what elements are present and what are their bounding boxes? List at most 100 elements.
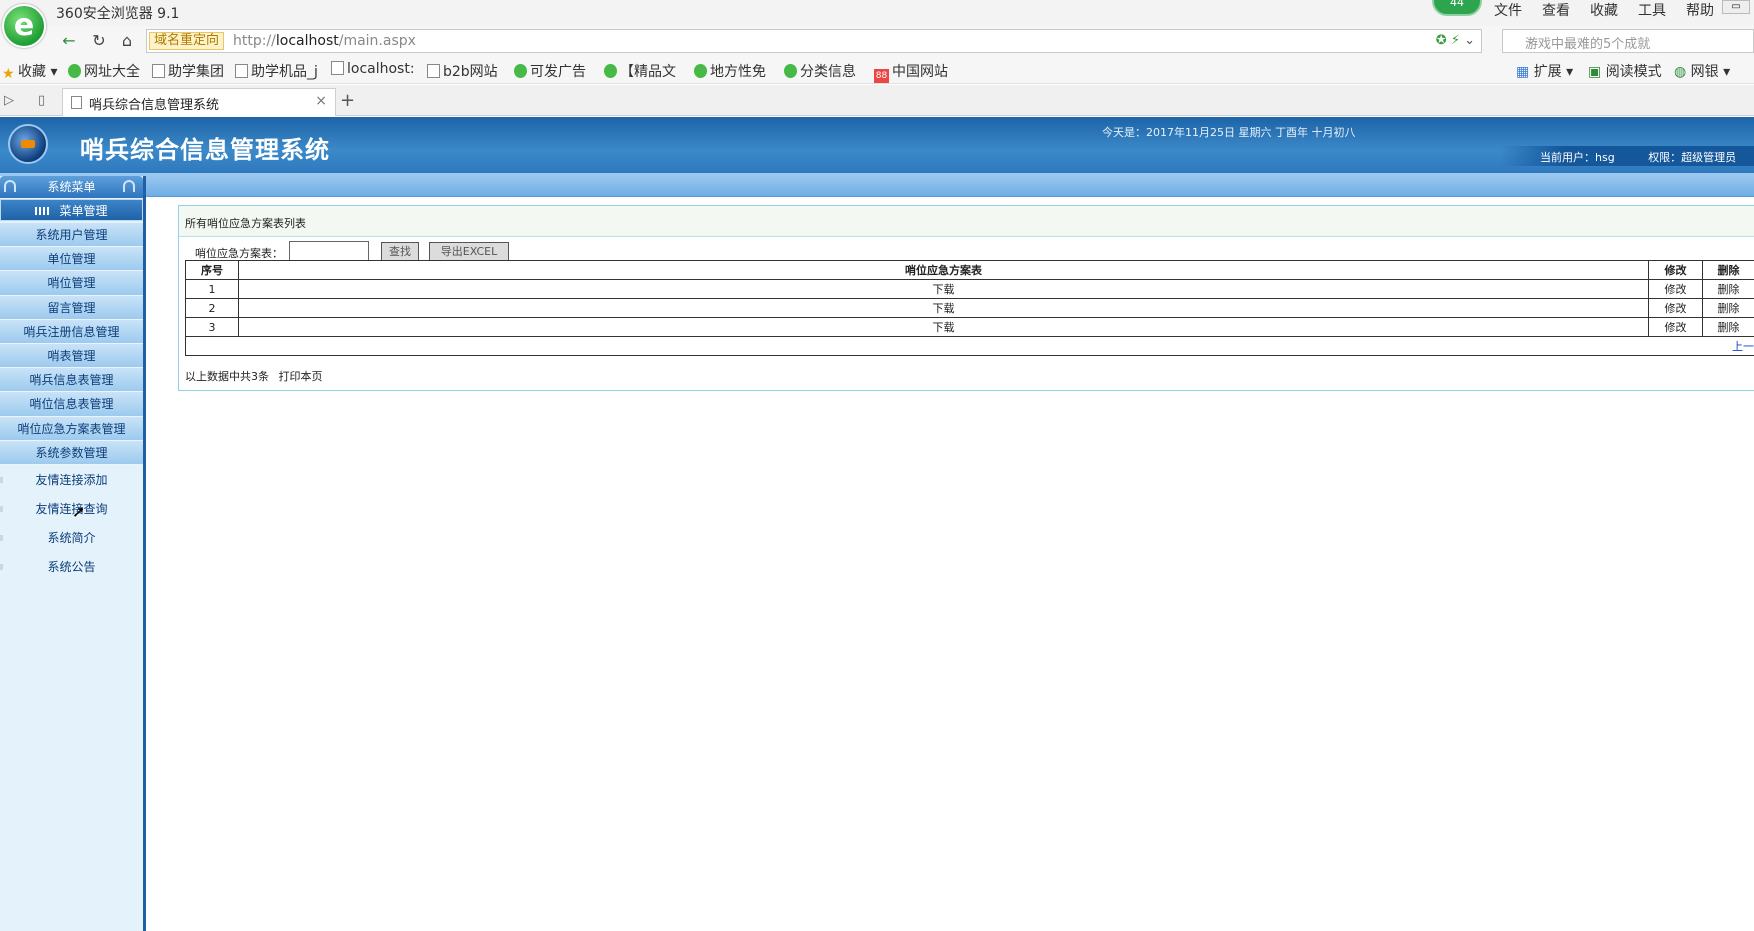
menu-view[interactable]: 查看 — [1542, 0, 1570, 20]
bookmark-item[interactable]: localhost: — [331, 61, 415, 77]
sidebar-links: 友情连接添加 友情连接查询 系统简介 系统公告 — [0, 466, 143, 582]
tab-label: 哨兵综合信息管理系统 — [89, 98, 220, 113]
grid-icon: ▦ — [1516, 64, 1530, 80]
pager-prev-link[interactable]: 上一 — [185, 336, 1754, 356]
search-button[interactable]: 查找 — [381, 242, 419, 261]
bookmark-item[interactable]: 地方性免 — [694, 61, 766, 81]
edit-link[interactable]: 修改 — [1648, 317, 1703, 337]
user-info: 当前用户：hsg 权限：超级管理员 — [1540, 149, 1754, 165]
sidebar-link-system-notice[interactable]: 系统公告 — [0, 553, 143, 582]
sidebar-header: 系统菜单 — [0, 176, 143, 198]
app-title: 哨兵综合信息管理系统 — [80, 135, 330, 164]
content-panel: 所有哨位应急方案表列表 哨位应急方案表： 查找 导出EXCEL 序号 哨位应急方… — [178, 205, 1754, 391]
column-header: 删除 — [1702, 260, 1754, 280]
download-link[interactable]: 下载 — [238, 317, 1649, 337]
new-tab-button[interactable]: + — [340, 90, 355, 111]
back-arrow-icon[interactable]: ← — [58, 30, 80, 52]
cap-right-icon — [123, 180, 135, 192]
column-header: 修改 — [1648, 260, 1703, 280]
menu-favorites[interactable]: 收藏 — [1590, 0, 1618, 20]
sidebar-item-units[interactable]: 单位管理 — [0, 247, 143, 272]
menu-help[interactable]: 帮助 — [1686, 0, 1714, 20]
search-box[interactable]: ⌄ 游戏中最难的5个成就 — [1502, 29, 1754, 53]
address-bar[interactable]: 域名重定向 http://localhost/main.aspx ✪ ⚡ ⌄ — [146, 29, 1482, 53]
page-icon — [331, 61, 344, 75]
browser-logo-icon: e — [2, 4, 46, 48]
download-link[interactable]: 下载 — [238, 279, 1649, 299]
current-user: 当前用户：hsg — [1540, 151, 1615, 164]
sidebar-item-sentry-registration[interactable]: 哨兵注册信息管理 — [0, 319, 143, 344]
bookmark-label: 收藏 — [18, 64, 46, 80]
table-row: 1 下载 修改 删除 — [185, 279, 1754, 299]
star-icon: ★ — [2, 66, 15, 82]
bookmark-label: 【精品文 — [620, 64, 676, 80]
date-display: 今天是：2017年11月25日 星期六 丁酉年 十月初八 — [1102, 126, 1356, 139]
sidebar-item-messages[interactable]: 留言管理 — [0, 295, 143, 320]
url-text[interactable]: http://localhost/main.aspx — [233, 33, 416, 49]
tab-active[interactable]: 哨兵综合信息管理系统 × — [62, 88, 336, 116]
home-icon[interactable]: ⌂ — [116, 30, 138, 52]
page-icon[interactable]: ▯ — [38, 93, 45, 108]
bookmark-favorites[interactable]: ★ 收藏 ▾ — [2, 61, 57, 82]
search-input[interactable] — [289, 241, 369, 261]
panel-title: 所有哨位应急方案表列表 — [179, 206, 1754, 237]
url-prefix: http:// — [233, 33, 276, 49]
delete-link[interactable]: 删除 — [1702, 317, 1754, 337]
grid-icon — [35, 207, 50, 215]
site-icon — [784, 64, 797, 78]
close-icon[interactable]: × — [315, 93, 327, 109]
sidebar-header-label: 系统菜单 — [47, 180, 96, 194]
notification-badge[interactable]: 44 — [1432, 0, 1482, 16]
menu-tools[interactable]: 工具 — [1638, 0, 1666, 20]
bookmark-item[interactable]: 网址大全 — [68, 61, 140, 81]
table-header-row: 序号 哨位应急方案表 修改 删除 — [185, 260, 1754, 280]
sidebar-item-sentry-table[interactable]: 哨表管理 — [0, 343, 143, 369]
refresh-icon[interactable]: ↻ — [88, 30, 110, 52]
bookmark-item[interactable]: 【精品文 — [604, 61, 676, 81]
sidebar-item-system-params[interactable]: 系统参数管理 — [0, 440, 143, 465]
reading-mode-button[interactable]: ▣ 阅读模式 — [1588, 61, 1662, 81]
sidebar-toggle-icon[interactable]: ▷ — [4, 93, 14, 108]
sidebar-link-system-intro[interactable]: 系统简介 — [0, 524, 143, 553]
redirect-tag[interactable]: 域名重定向 — [149, 32, 225, 50]
bookmark-item[interactable]: 助学机品_j — [235, 61, 318, 81]
addr-status-icons[interactable]: ✪ ⚡ ⌄ — [1436, 33, 1475, 48]
book-icon: ▣ — [1588, 64, 1602, 80]
download-link[interactable]: 下载 — [238, 298, 1649, 318]
sidebar-section-menu[interactable]: 菜单管理 — [0, 199, 143, 221]
table-row: 2 下载 修改 删除 — [185, 298, 1754, 318]
delete-link[interactable]: 删除 — [1702, 279, 1754, 299]
bookmarks-bar: ★ 收藏 ▾ 网址大全 助学集团 助学机品_j localhost: b2b网站 … — [0, 56, 1754, 84]
sidebar-item-posts[interactable]: 哨位管理 — [0, 271, 143, 296]
sidebar-item-post-info[interactable]: 哨位信息表管理 — [0, 392, 143, 417]
sidebar-item-system-users[interactable]: 系统用户管理 — [0, 223, 143, 248]
edit-link[interactable]: 修改 — [1648, 279, 1703, 299]
export-excel-button[interactable]: 导出EXCEL — [429, 242, 509, 261]
bookmark-item[interactable]: 助学集团 — [152, 61, 224, 81]
edit-link[interactable]: 修改 — [1648, 298, 1703, 318]
sidebar-item-emergency-plans[interactable]: 哨位应急方案表管理 — [0, 416, 143, 441]
extensions-button[interactable]: ▦ 扩展 ▾ — [1516, 61, 1573, 81]
table-row: 3 下载 修改 删除 — [185, 317, 1754, 337]
bookmark-item[interactable]: b2b网站 — [427, 61, 498, 81]
window-control-icon[interactable]: ▭ — [1722, 0, 1750, 14]
bookmark-label: 可发广告 — [530, 64, 586, 80]
bookmark-label: 助学集团 — [168, 64, 224, 80]
browser-titlebar: 360安全浏览器 9.1 44 文件 查看 收藏 工具 帮助 ▭ — [0, 0, 1754, 26]
pager-row: 上一 — [185, 336, 1754, 356]
shield-icon: ◍ — [1674, 64, 1687, 80]
delete-link[interactable]: 删除 — [1702, 298, 1754, 318]
sidebar-item-sentry-info[interactable]: 哨兵信息表管理 — [0, 368, 143, 393]
bookmark-item[interactable]: 可发广告 — [514, 61, 586, 81]
print-page-link[interactable]: 打印本页 — [279, 370, 323, 383]
banking-label: 网银 — [1690, 64, 1719, 80]
site-icon — [514, 64, 527, 78]
site-88-icon: 88 — [874, 69, 889, 83]
column-header: 序号 — [185, 260, 239, 280]
banking-button[interactable]: ◍ 网银 ▾ — [1674, 61, 1730, 81]
menu-file[interactable]: 文件 — [1494, 0, 1522, 20]
sidebar-link-add-friend-link[interactable]: 友情连接添加 — [0, 466, 143, 495]
bookmark-item[interactable]: 88 中国网站 — [874, 61, 948, 83]
search-input[interactable]: 游戏中最难的5个成就 — [1525, 33, 1650, 52]
bookmark-item[interactable]: 分类信息 — [784, 61, 856, 81]
